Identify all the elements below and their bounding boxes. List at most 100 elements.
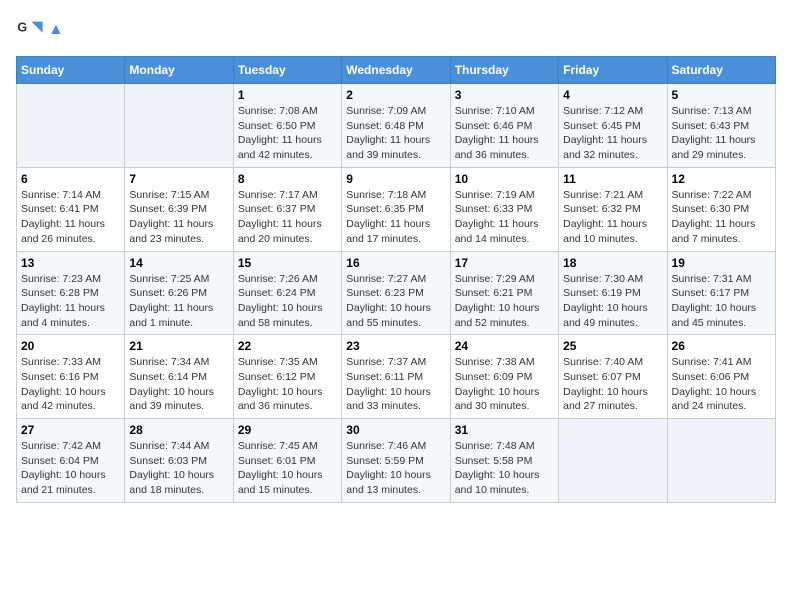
calendar-cell: 12 Sunrise: 7:22 AMSunset: 6:30 PMDayligh… bbox=[667, 167, 775, 251]
calendar-week-row: 20 Sunrise: 7:33 AMSunset: 6:16 PMDayligh… bbox=[17, 335, 776, 419]
day-number: 5 bbox=[672, 88, 771, 102]
day-number: 1 bbox=[238, 88, 337, 102]
calendar-table: SundayMondayTuesdayWednesdayThursdayFrid… bbox=[16, 56, 776, 503]
calendar-cell bbox=[559, 419, 667, 503]
calendar-cell: 17 Sunrise: 7:29 AMSunset: 6:21 PMDayligh… bbox=[450, 251, 558, 335]
day-info: Sunrise: 7:27 AMSunset: 6:23 PMDaylight:… bbox=[346, 272, 445, 331]
calendar-cell bbox=[17, 84, 125, 168]
calendar-cell: 11 Sunrise: 7:21 AMSunset: 6:32 PMDayligh… bbox=[559, 167, 667, 251]
day-info: Sunrise: 7:35 AMSunset: 6:12 PMDaylight:… bbox=[238, 355, 337, 414]
calendar-cell: 1 Sunrise: 7:08 AMSunset: 6:50 PMDaylight… bbox=[233, 84, 341, 168]
day-info: Sunrise: 7:22 AMSunset: 6:30 PMDaylight:… bbox=[672, 188, 771, 247]
calendar-cell bbox=[125, 84, 233, 168]
day-info: Sunrise: 7:46 AMSunset: 5:59 PMDaylight:… bbox=[346, 439, 445, 498]
day-header-friday: Friday bbox=[559, 57, 667, 84]
calendar-cell: 27Sunrise: 7:42 AMSunset: 6:04 PMDayligh… bbox=[17, 419, 125, 503]
calendar-cell: 6 Sunrise: 7:14 AMSunset: 6:41 PMDaylight… bbox=[17, 167, 125, 251]
day-number: 28 bbox=[129, 423, 228, 437]
day-info: Sunrise: 7:13 AMSunset: 6:43 PMDaylight:… bbox=[672, 104, 771, 163]
calendar-cell: 31 Sunrise: 7:48 AMSunset: 5:58 PMDayligh… bbox=[450, 419, 558, 503]
day-info: Sunrise: 7:30 AMSunset: 6:19 PMDaylight:… bbox=[563, 272, 662, 331]
page-header: G ▲ bbox=[16, 16, 776, 44]
day-number: 7 bbox=[129, 172, 228, 186]
day-number: 31 bbox=[455, 423, 554, 437]
day-number: 13 bbox=[21, 256, 120, 270]
day-info: Sunrise: 7:09 AMSunset: 6:48 PMDaylight:… bbox=[346, 104, 445, 163]
day-number: 10 bbox=[455, 172, 554, 186]
day-info: Sunrise: 7:31 AMSunset: 6:17 PMDaylight:… bbox=[672, 272, 771, 331]
calendar-cell: 28Sunrise: 7:44 AMSunset: 6:03 PMDayligh… bbox=[125, 419, 233, 503]
calendar-cell: 21 Sunrise: 7:34 AMSunset: 6:14 PMDayligh… bbox=[125, 335, 233, 419]
day-info: Sunrise: 7:21 AMSunset: 6:32 PMDaylight:… bbox=[563, 188, 662, 247]
logo-icon: G bbox=[16, 16, 44, 44]
calendar-cell: 29 Sunrise: 7:45 AMSunset: 6:01 PMDayligh… bbox=[233, 419, 341, 503]
day-info: Sunrise: 7:14 AMSunset: 6:41 PMDaylight:… bbox=[21, 188, 120, 247]
calendar-cell: 18Sunrise: 7:30 AMSunset: 6:19 PMDayligh… bbox=[559, 251, 667, 335]
calendar-cell: 30 Sunrise: 7:46 AMSunset: 5:59 PMDayligh… bbox=[342, 419, 450, 503]
calendar-cell: 13 Sunrise: 7:23 AMSunset: 6:28 PMDayligh… bbox=[17, 251, 125, 335]
calendar-cell: 2 Sunrise: 7:09 AMSunset: 6:48 PMDaylight… bbox=[342, 84, 450, 168]
calendar-cell: 5 Sunrise: 7:13 AMSunset: 6:43 PMDaylight… bbox=[667, 84, 775, 168]
calendar-cell: 8 Sunrise: 7:17 AMSunset: 6:37 PMDaylight… bbox=[233, 167, 341, 251]
day-number: 20 bbox=[21, 339, 120, 353]
day-info: Sunrise: 7:37 AMSunset: 6:11 PMDaylight:… bbox=[346, 355, 445, 414]
day-number: 25 bbox=[563, 339, 662, 353]
day-number: 11 bbox=[563, 172, 662, 186]
day-number: 14 bbox=[129, 256, 228, 270]
day-number: 23 bbox=[346, 339, 445, 353]
day-header-saturday: Saturday bbox=[667, 57, 775, 84]
day-header-sunday: Sunday bbox=[17, 57, 125, 84]
day-number: 29 bbox=[238, 423, 337, 437]
logo: G ▲ bbox=[16, 16, 64, 44]
day-header-tuesday: Tuesday bbox=[233, 57, 341, 84]
day-info: Sunrise: 7:17 AMSunset: 6:37 PMDaylight:… bbox=[238, 188, 337, 247]
day-info: Sunrise: 7:19 AMSunset: 6:33 PMDaylight:… bbox=[455, 188, 554, 247]
day-header-wednesday: Wednesday bbox=[342, 57, 450, 84]
day-info: Sunrise: 7:34 AMSunset: 6:14 PMDaylight:… bbox=[129, 355, 228, 414]
day-info: Sunrise: 7:08 AMSunset: 6:50 PMDaylight:… bbox=[238, 104, 337, 163]
calendar-week-row: 27Sunrise: 7:42 AMSunset: 6:04 PMDayligh… bbox=[17, 419, 776, 503]
day-info: Sunrise: 7:12 AMSunset: 6:45 PMDaylight:… bbox=[563, 104, 662, 163]
day-number: 6 bbox=[21, 172, 120, 186]
day-info: Sunrise: 7:41 AMSunset: 6:06 PMDaylight:… bbox=[672, 355, 771, 414]
svg-text:G: G bbox=[17, 20, 27, 34]
day-info: Sunrise: 7:26 AMSunset: 6:24 PMDaylight:… bbox=[238, 272, 337, 331]
day-info: Sunrise: 7:48 AMSunset: 5:58 PMDaylight:… bbox=[455, 439, 554, 498]
calendar-cell bbox=[667, 419, 775, 503]
calendar-week-row: 1 Sunrise: 7:08 AMSunset: 6:50 PMDaylight… bbox=[17, 84, 776, 168]
day-number: 30 bbox=[346, 423, 445, 437]
day-number: 15 bbox=[238, 256, 337, 270]
day-number: 21 bbox=[129, 339, 228, 353]
day-number: 17 bbox=[455, 256, 554, 270]
day-number: 8 bbox=[238, 172, 337, 186]
day-info: Sunrise: 7:33 AMSunset: 6:16 PMDaylight:… bbox=[21, 355, 120, 414]
day-number: 12 bbox=[672, 172, 771, 186]
calendar-cell: 20 Sunrise: 7:33 AMSunset: 6:16 PMDayligh… bbox=[17, 335, 125, 419]
day-info: Sunrise: 7:23 AMSunset: 6:28 PMDaylight:… bbox=[21, 272, 120, 331]
calendar-cell: 7Sunrise: 7:15 AMSunset: 6:39 PMDaylight… bbox=[125, 167, 233, 251]
calendar-cell: 23 Sunrise: 7:37 AMSunset: 6:11 PMDayligh… bbox=[342, 335, 450, 419]
day-number: 22 bbox=[238, 339, 337, 353]
day-info: Sunrise: 7:25 AMSunset: 6:26 PMDaylight:… bbox=[129, 272, 228, 331]
calendar-week-row: 13 Sunrise: 7:23 AMSunset: 6:28 PMDayligh… bbox=[17, 251, 776, 335]
calendar-cell: 15 Sunrise: 7:26 AMSunset: 6:24 PMDayligh… bbox=[233, 251, 341, 335]
day-number: 26 bbox=[672, 339, 771, 353]
calendar-cell: 26 Sunrise: 7:41 AMSunset: 6:06 PMDayligh… bbox=[667, 335, 775, 419]
calendar-cell: 14 Sunrise: 7:25 AMSunset: 6:26 PMDayligh… bbox=[125, 251, 233, 335]
day-info: Sunrise: 7:45 AMSunset: 6:01 PMDaylight:… bbox=[238, 439, 337, 498]
calendar-cell: 22 Sunrise: 7:35 AMSunset: 6:12 PMDayligh… bbox=[233, 335, 341, 419]
day-info: Sunrise: 7:10 AMSunset: 6:46 PMDaylight:… bbox=[455, 104, 554, 163]
calendar-header-row: SundayMondayTuesdayWednesdayThursdayFrid… bbox=[17, 57, 776, 84]
day-info: Sunrise: 7:29 AMSunset: 6:21 PMDaylight:… bbox=[455, 272, 554, 331]
calendar-cell: 16Sunrise: 7:27 AMSunset: 6:23 PMDayligh… bbox=[342, 251, 450, 335]
calendar-cell: 4 Sunrise: 7:12 AMSunset: 6:45 PMDaylight… bbox=[559, 84, 667, 168]
day-number: 27 bbox=[21, 423, 120, 437]
day-number: 19 bbox=[672, 256, 771, 270]
calendar-cell: 24Sunrise: 7:38 AMSunset: 6:09 PMDayligh… bbox=[450, 335, 558, 419]
day-number: 4 bbox=[563, 88, 662, 102]
day-number: 24 bbox=[455, 339, 554, 353]
day-number: 2 bbox=[346, 88, 445, 102]
day-header-thursday: Thursday bbox=[450, 57, 558, 84]
calendar-cell: 25Sunrise: 7:40 AMSunset: 6:07 PMDayligh… bbox=[559, 335, 667, 419]
day-number: 3 bbox=[455, 88, 554, 102]
